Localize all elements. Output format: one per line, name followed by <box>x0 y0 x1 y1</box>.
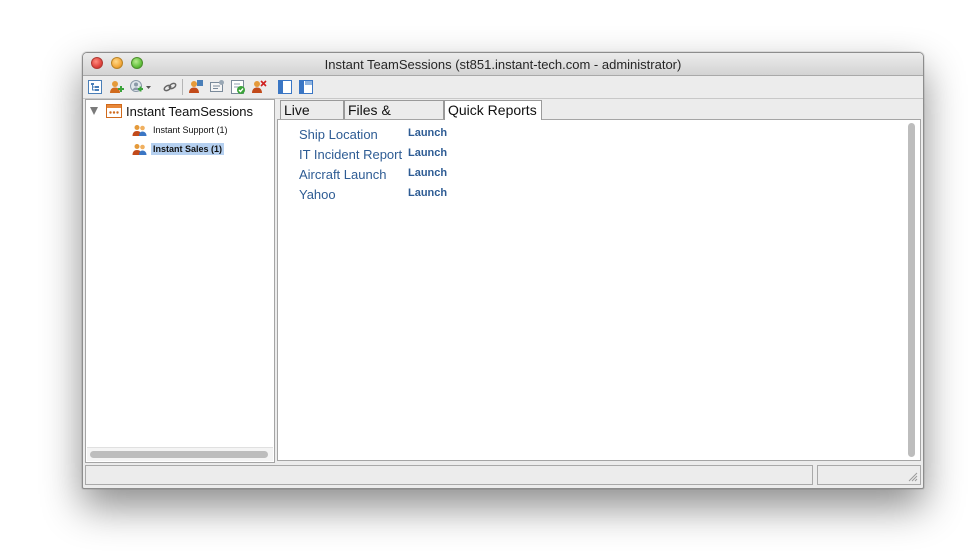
launch-link[interactable]: Launch <box>408 144 447 162</box>
remove-user-icon[interactable] <box>251 79 267 95</box>
launch-link[interactable]: Launch <box>408 164 447 182</box>
tree-item-instant-sales[interactable]: Instant Sales (1) <box>132 141 225 157</box>
report-name[interactable]: Ship Location <box>299 126 378 144</box>
panel-left-icon[interactable] <box>277 79 293 95</box>
app-window: Instant TeamSessions (st851.instant-tech… <box>82 52 924 489</box>
tree-item-label: Instant Support (1) <box>153 125 228 135</box>
group-users-icon <box>132 124 147 136</box>
content-vertical-scrollbar[interactable] <box>905 123 918 459</box>
scrollbar-thumb[interactable] <box>908 123 915 457</box>
group-users-icon <box>132 143 147 155</box>
scrollbar-thumb[interactable] <box>90 451 268 458</box>
link-icon[interactable] <box>162 79 178 95</box>
tree-root[interactable]: Instant TeamSessions <box>90 102 253 120</box>
report-name[interactable]: Aircraft Launch <box>299 166 386 184</box>
tree-view-icon[interactable] <box>87 79 103 95</box>
resize-grip-icon[interactable] <box>908 472 918 482</box>
main-panel: Live Chat Files & Archive Quick Reports … <box>277 99 921 461</box>
tree-item-instant-support[interactable]: Instant Support (1) <box>132 122 230 138</box>
report-name[interactable]: IT Incident Report <box>299 146 402 164</box>
add-user-icon[interactable] <box>108 79 124 95</box>
session-tree[interactable]: Instant TeamSessions Instant Support (1)… <box>85 99 275 463</box>
user-settings-icon[interactable] <box>188 79 204 95</box>
toolbar-separator <box>182 79 183 95</box>
toolbar <box>83 76 923 99</box>
panel-split-icon[interactable] <box>298 79 314 95</box>
tree-item-label: Instant Sales (1) <box>151 143 225 155</box>
chat-window-icon[interactable] <box>209 79 225 95</box>
status-bar-secondary <box>817 465 921 485</box>
expand-triangle-icon[interactable] <box>90 107 98 115</box>
add-user-dropdown-icon[interactable] <box>129 79 151 95</box>
report-name[interactable]: Yahoo <box>299 186 336 204</box>
window-title: Instant TeamSessions (st851.instant-tech… <box>324 57 682 72</box>
quick-reports-content: Ship Location Launch IT Incident Report … <box>277 119 921 461</box>
tab-live-chat[interactable]: Live Chat <box>280 100 344 137</box>
title-bar[interactable]: Instant TeamSessions (st851.instant-tech… <box>83 53 923 76</box>
launch-link[interactable]: Launch <box>408 184 447 202</box>
launch-link[interactable]: Launch <box>408 124 447 142</box>
tree-root-label: Instant TeamSessions <box>126 103 253 119</box>
tab-files-archive[interactable]: Files & Archive <box>344 100 444 137</box>
teamsessions-icon <box>106 104 122 118</box>
tree-horizontal-scrollbar[interactable] <box>87 447 273 461</box>
checklist-icon[interactable] <box>230 79 246 95</box>
status-bar <box>85 465 813 485</box>
tab-quick-reports[interactable]: Quick Reports <box>444 100 542 120</box>
